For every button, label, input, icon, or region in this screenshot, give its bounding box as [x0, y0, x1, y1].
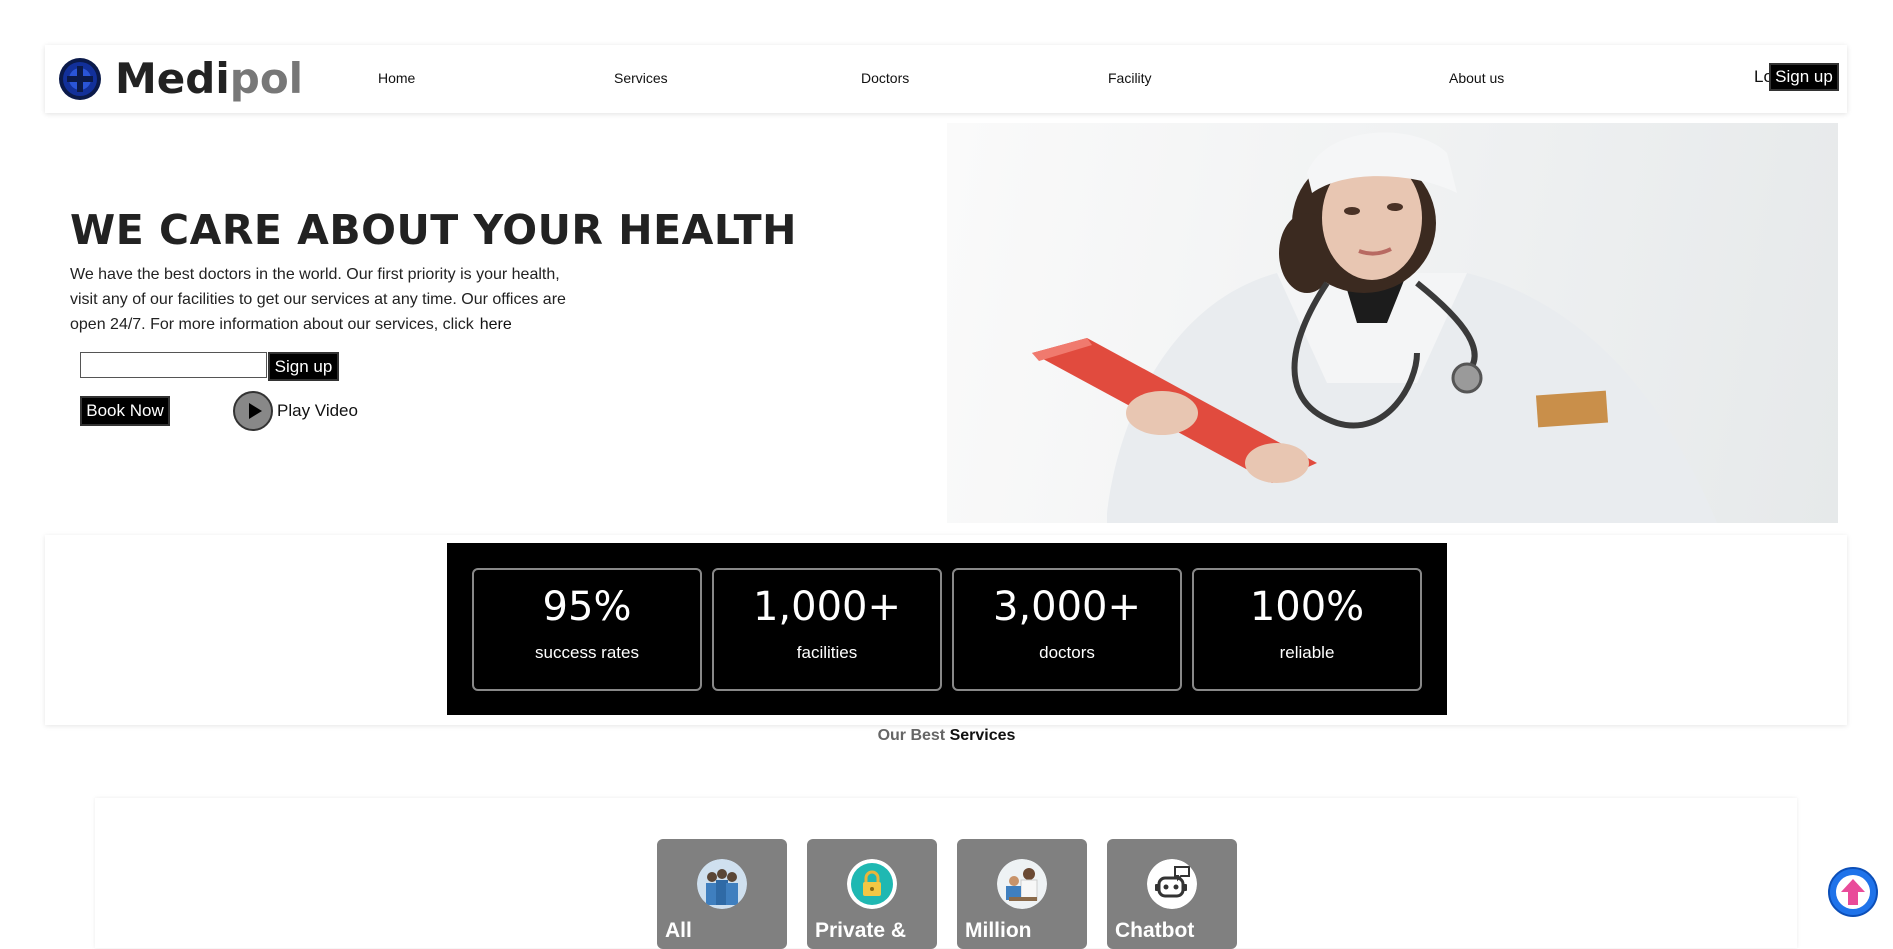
navbar: Medipol Home Services Doctors Facility A…	[45, 45, 1847, 113]
service-card-label: Million	[965, 919, 1032, 942]
service-card-chatbot[interactable]: Chatbot	[1107, 839, 1237, 949]
services-heading-part2: Services	[949, 727, 1016, 744]
nav-about-link[interactable]: About us	[1449, 70, 1504, 86]
nav-services-link[interactable]: Services	[614, 70, 668, 86]
hero-signup-input[interactable]	[80, 352, 267, 378]
brand-logo-text[interactable]: Medipol	[115, 52, 303, 106]
services-heading-part1: Our Best	[877, 727, 946, 744]
doctors-group-icon	[697, 859, 747, 909]
hero-doctor-image	[947, 123, 1838, 523]
stat-label: doctors	[1039, 643, 1095, 662]
brand-name-part2: pol	[229, 54, 304, 103]
lock-icon	[847, 859, 897, 909]
stat-value: 3,000+	[992, 584, 1142, 630]
services-panel	[95, 798, 1797, 948]
nav-facility-link[interactable]: Facility	[1108, 70, 1152, 86]
hero-title: WE CARE ABOUT YOUR HEALTH	[70, 206, 797, 254]
scroll-to-top-button[interactable]	[1828, 867, 1878, 917]
stat-card-reliable: 100% reliable	[1192, 568, 1422, 691]
stat-value: 100%	[1249, 584, 1365, 630]
service-card-all[interactable]: All	[657, 839, 787, 949]
nav-doctors-link[interactable]: Doctors	[861, 70, 909, 86]
scroll-up-arrow-icon	[1836, 875, 1870, 909]
doctor-consult-icon	[997, 859, 1047, 909]
hero-description: We have the best doctors in the world. O…	[70, 262, 580, 337]
hero-signup-button[interactable]: Sign up	[268, 352, 339, 381]
stat-value: 95%	[542, 584, 632, 630]
service-card-label: Chatbot	[1115, 919, 1195, 942]
stat-card-doctors: 3,000+ doctors	[952, 568, 1182, 691]
logo-icon	[58, 57, 102, 101]
book-now-button[interactable]: Book Now	[80, 396, 170, 426]
play-icon[interactable]	[233, 391, 273, 431]
stat-label: reliable	[1279, 643, 1335, 662]
stat-card-facilities: 1,000+ facilities	[712, 568, 942, 691]
service-card-private[interactable]: Private &	[807, 839, 937, 949]
stat-card-success: 95% success rates	[472, 568, 702, 691]
chatbot-icon	[1147, 859, 1197, 909]
stats-panel: 95% success rates 1,000+ facilities 3,00…	[447, 543, 1447, 715]
play-video-label: Play Video	[277, 401, 358, 420]
brand-name-part1: Medi	[115, 54, 230, 103]
hero-here-link[interactable]: here	[480, 316, 512, 333]
service-card-million[interactable]: Million	[957, 839, 1087, 949]
stat-value: 1,000+	[752, 584, 902, 630]
stat-label: success rates	[535, 643, 639, 662]
services-heading: Our Best Services	[0, 727, 1893, 745]
stat-label: facilities	[796, 643, 858, 662]
nav-home-link[interactable]: Home	[378, 70, 415, 86]
service-card-label: Private &	[815, 919, 907, 942]
nav-signup-button[interactable]: Sign up	[1769, 63, 1839, 91]
service-card-label: All	[665, 919, 692, 942]
